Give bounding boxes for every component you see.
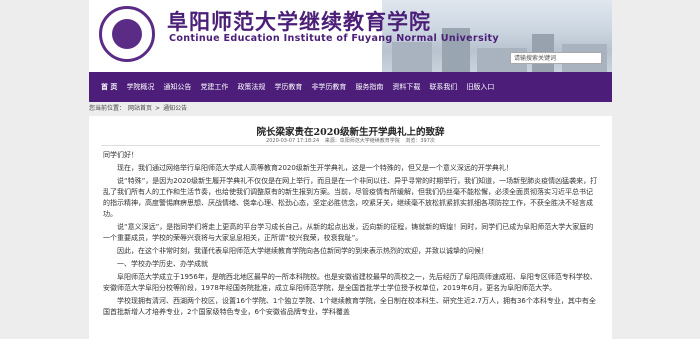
breadcrumb-prefix: 您当前位置： xyxy=(89,105,126,112)
paragraph: 说“意义深远”，是指同学们将走上更高的平台学习成长自己，从新的起点出发，迈向新的… xyxy=(103,223,594,242)
paragraph: 说“特殊”，是因为2020级新生履开学典礼不仅仅是在网上举行，而且是在一个非同以… xyxy=(103,177,598,218)
breadcrumb-separator: > xyxy=(155,105,161,112)
nav-degree[interactable]: 学历教育 xyxy=(274,82,302,92)
university-logo[interactable] xyxy=(99,6,155,62)
site-title: 阜阳师范大学继续教育学院 xyxy=(167,9,431,34)
article: 院长梁家贵在2020级新生开学典礼上的致辞 2020-03-07 17:18:2… xyxy=(89,116,612,339)
article-body: 同学们好！ 现在，我们通过网络举行阜阳师范大学成人高等教育2020级新生开学典礼… xyxy=(103,150,598,320)
nav-party[interactable]: 党建工作 xyxy=(200,82,228,92)
paragraph: 学校现拥有清河、西湖两个校区，设置16个学院、1个独立学院、1个继续教育学院，全… xyxy=(103,297,596,316)
site-header: 阜阳师范大学继续教育学院 Continue Education Institut… xyxy=(89,0,612,72)
divider xyxy=(101,145,600,146)
search-input[interactable]: 请输搜索关键词 xyxy=(510,52,602,64)
nav-policy[interactable]: 政策法规 xyxy=(237,82,265,92)
site-subtitle: Continue Education Institute of Fuyang N… xyxy=(169,33,499,44)
breadcrumb: 您当前位置： 网站首页 > 通知公告 xyxy=(89,102,612,116)
nav-about[interactable]: 学院概况 xyxy=(126,82,154,92)
main-nav: 首 页 学院概况 通知公告 党建工作 政策法规 学历教育 非学历教育 服务指南 … xyxy=(89,72,612,102)
paragraph: 因此，在这个非常时刻，我谨代表阜阳师范大学继续教育学院向各位新同学的到来表示热烈… xyxy=(117,247,488,255)
nav-guide[interactable]: 服务指南 xyxy=(355,82,383,92)
nav-notices[interactable]: 通知公告 xyxy=(163,82,191,92)
nav-downloads[interactable]: 资料下载 xyxy=(392,82,420,92)
breadcrumb-home[interactable]: 网站首页 xyxy=(128,105,152,112)
article-date: 2020-03-07 17:18:24 xyxy=(266,138,320,144)
nav-nondegree[interactable]: 非学历教育 xyxy=(311,82,346,92)
article-views: 浏览：397次 xyxy=(405,138,435,144)
greeting: 同学们好！ xyxy=(103,151,138,159)
article-source: 来源：阜阳师范大学继续教育学院 xyxy=(324,138,400,144)
nav-contact[interactable]: 联系我们 xyxy=(429,82,457,92)
nav-home[interactable]: 首 页 xyxy=(101,82,117,92)
article-title: 院长梁家贵在2020级新生开学典礼上的致辞 xyxy=(256,127,445,138)
breadcrumb-section[interactable]: 通知公告 xyxy=(163,105,187,112)
article-meta: 2020-03-07 17:18:24 来源：阜阳师范大学继续教育学院 浏览：3… xyxy=(89,137,612,144)
section-heading: 一、学校办学历史、办学成就 xyxy=(117,260,208,268)
nav-old-version[interactable]: 旧版入口 xyxy=(466,82,494,92)
paragraph: 阜阳师范大学成立于1956年，是皖西北地区最早的一所本科院校。也是安徽省建校最早… xyxy=(103,273,597,292)
paragraph: 现在，我们通过网络举行阜阳师范大学成人高等教育2020级新生开学典礼，这是一个特… xyxy=(117,164,513,172)
